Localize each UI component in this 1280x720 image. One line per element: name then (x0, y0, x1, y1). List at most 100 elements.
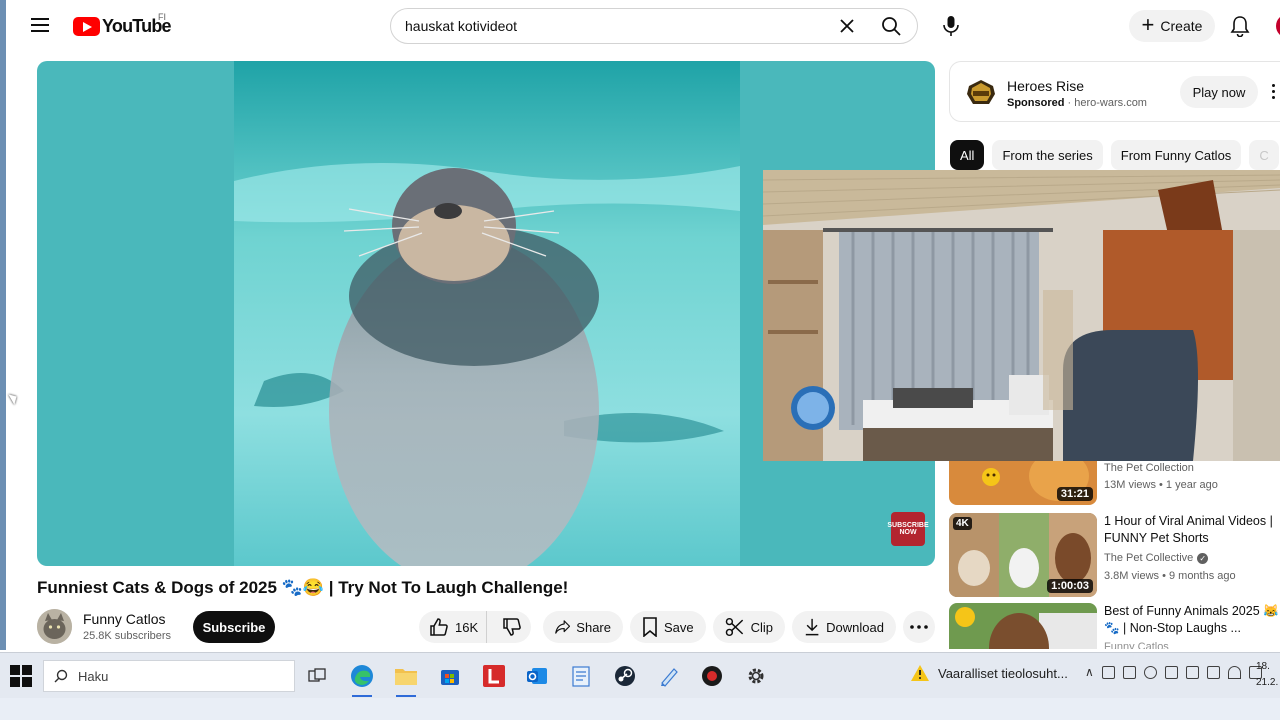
tray-app-icon[interactable] (1143, 665, 1157, 679)
verified-check-icon: ✓ (1197, 552, 1209, 564)
settings-gear-icon[interactable] (742, 662, 770, 690)
video-title: Funniest Cats & Dogs of 2025 🐾😂 | Try No… (37, 578, 569, 597)
clock-date: 21.2. (1256, 677, 1279, 688)
more-actions-button[interactable] (903, 611, 935, 643)
bookmark-icon (643, 617, 657, 637)
wifi-icon[interactable] (1227, 665, 1241, 679)
tray-app-icon[interactable] (1101, 665, 1115, 679)
steam-icon[interactable] (611, 662, 639, 690)
chip-from-the-series[interactable]: From the series (992, 140, 1103, 170)
channel-subscribers: 25.8K subscribers (83, 630, 172, 642)
clear-search-icon[interactable] (829, 9, 865, 43)
clip-button[interactable]: Clip (713, 611, 785, 643)
recommendation-title[interactable]: Best of Funny Animals 2025 😹🐾 | Non-Stop… (1104, 603, 1280, 637)
recording-app-icon[interactable] (698, 662, 726, 690)
like-count: 16K (455, 619, 479, 635)
voice-search-button[interactable] (932, 8, 970, 44)
account-avatar[interactable] (1276, 14, 1280, 38)
more-horizontal-icon (910, 625, 928, 629)
floating-camera-window[interactable] (763, 170, 1280, 461)
ad-domain: hero-wars.com (1074, 97, 1147, 109)
masthead: YouTube FI + Create (6, 0, 1280, 52)
ad-title: Heroes Rise (1007, 78, 1085, 94)
sponsored-ad-card[interactable]: Heroes Rise Sponsored · hero-wars.com Pl… (949, 61, 1280, 122)
ad-separator: · (1064, 97, 1075, 109)
channel-avatar[interactable] (37, 609, 72, 644)
save-button[interactable]: Save (630, 611, 706, 643)
store-icon[interactable] (436, 662, 464, 690)
ad-more-vertical-icon[interactable] (1272, 84, 1276, 100)
recommendation-thumbnail[interactable]: 4K 1:00:03 (949, 513, 1097, 597)
windows-start-icon[interactable] (10, 665, 32, 687)
subscribe-watermark[interactable]: SUBSCRIBE NOW (887, 512, 929, 546)
chip-all[interactable]: All (950, 140, 985, 170)
taskbar-bar: Haku Vaaralliset tieolosuht... ∧ 18. 21.… (0, 652, 1280, 698)
search-icon (54, 669, 68, 683)
notepad-icon[interactable] (567, 662, 595, 690)
recommendation-channel: The Pet Collective ✓ (1104, 552, 1209, 564)
chip-more[interactable]: C (1249, 140, 1279, 170)
ad-play-now-button[interactable]: Play now (1180, 76, 1258, 108)
like-button[interactable]: 16K (419, 611, 488, 643)
dislike-button[interactable] (493, 611, 531, 643)
recommendation-item[interactable]: Best of Funny Animals 2025 😹🐾 | Non-Stop… (949, 603, 1280, 649)
recommendation-thumbnail[interactable] (949, 603, 1097, 649)
share-button[interactable]: Share (543, 611, 623, 643)
quality-badge: 4K (953, 517, 972, 530)
ad-sponsored-label: Sponsored (1007, 97, 1065, 109)
recommendation-title[interactable]: 1 Hour of Viral Animal Videos | FUNNY Pe… (1104, 513, 1280, 547)
country-code: FI (158, 12, 166, 22)
share-label: Share (576, 619, 611, 635)
search-input[interactable] (405, 9, 829, 43)
tray-app-icon[interactable] (1185, 665, 1199, 679)
recommendation-meta: 13M views • 1 year ago (1104, 479, 1218, 491)
weather-warning[interactable]: Vaaralliset tieolosuht... (910, 664, 1068, 682)
download-icon (805, 618, 819, 636)
system-tray: ∧ (1085, 665, 1262, 679)
save-label: Save (664, 619, 694, 635)
outlook-icon[interactable] (523, 662, 551, 690)
like-dislike-group: 16K (419, 611, 531, 643)
windows-taskbar: Haku Vaaralliset tieolosuht... ∧ 18. 21.… (0, 652, 1280, 720)
recommendation-meta: 3.8M views • 9 months ago (1104, 570, 1236, 582)
red-l-app-icon[interactable] (480, 662, 508, 690)
chevron-up-icon[interactable]: ∧ (1085, 665, 1094, 679)
youtube-logo[interactable]: YouTube (73, 16, 172, 36)
mouse-cursor-icon (8, 391, 20, 405)
clock-time: 18. (1256, 661, 1270, 672)
youtube-play-icon (73, 16, 100, 36)
tray-app-icon[interactable] (1206, 665, 1220, 679)
create-button[interactable]: + Create (1129, 10, 1215, 42)
recommendation-channel: Funny Catlos (1104, 641, 1169, 649)
subscribe-button[interactable]: Subscribe (193, 611, 275, 643)
channel-name[interactable]: Funny Catlos (83, 611, 165, 627)
desktop-edge (0, 0, 6, 650)
file-explorer-icon[interactable] (392, 662, 420, 697)
taskbar-search-placeholder: Haku (78, 668, 109, 684)
thumbs-down-icon (503, 618, 522, 636)
video-duration: 1:00:03 (1047, 579, 1093, 593)
edge-browser-icon[interactable] (348, 662, 376, 697)
microphone-icon (943, 16, 959, 36)
create-label: Create (1160, 18, 1203, 34)
clip-label: Clip (750, 619, 773, 635)
chip-from-funny-catlos[interactable]: From Funny Catlos (1110, 140, 1242, 170)
taskbar-clock[interactable]: 18. 21.2. (1256, 659, 1278, 691)
search-button[interactable] (865, 9, 917, 43)
recommendation-channel: The Pet Collection (1104, 462, 1194, 474)
pen-tool-icon[interactable] (655, 662, 683, 690)
task-view-icon[interactable] (303, 662, 331, 690)
share-icon (555, 620, 571, 634)
guide-menu-button[interactable] (28, 14, 52, 38)
recommendation-item[interactable]: 4K 1:00:03 1 Hour of Viral Animal Videos… (949, 513, 1280, 597)
tray-app-icon[interactable] (1164, 665, 1178, 679)
search-box (390, 8, 918, 44)
bell-icon (1230, 16, 1250, 37)
tray-app-icon[interactable] (1122, 665, 1136, 679)
ad-meta: Sponsored · hero-wars.com (1007, 97, 1147, 109)
search-icon (882, 17, 901, 36)
taskbar-search-box[interactable]: Haku (43, 660, 295, 692)
plus-icon: + (1141, 12, 1155, 37)
notifications-button[interactable] (1226, 12, 1254, 40)
download-button[interactable]: Download (792, 611, 896, 643)
